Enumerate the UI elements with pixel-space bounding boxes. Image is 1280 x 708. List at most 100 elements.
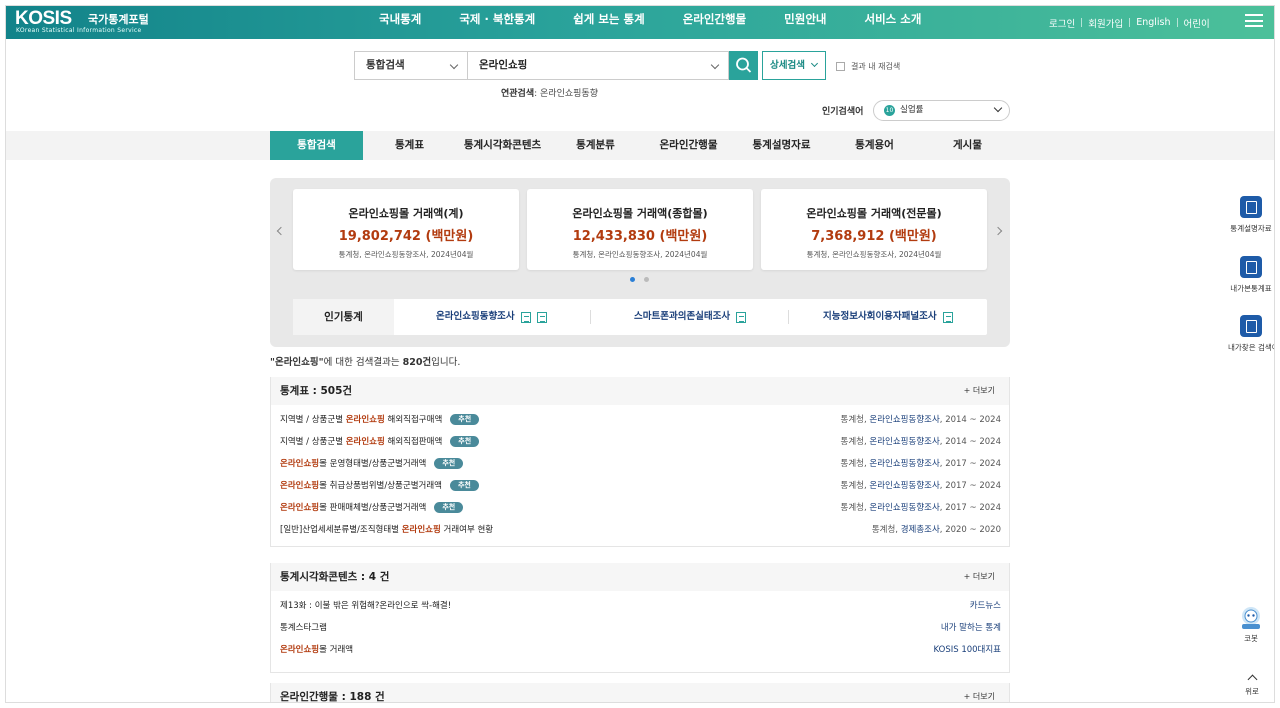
tab-classification[interactable]: 통계분류 [549,131,642,160]
related-search: 연관검색: 온라인쇼핑동향 [501,89,598,99]
nav-domestic[interactable]: 국내통계 [379,6,421,39]
search-button[interactable] [729,51,758,80]
logo-kr[interactable]: 국가통계포털 [88,11,149,27]
rank-badge: 10 [884,105,895,116]
survey-link[interactable]: 온라인쇼핑동향조사 [869,503,939,513]
recommend-badge: 추천 [434,458,464,469]
survey-link[interactable]: 경제총조사 [901,525,940,535]
quick-searched-keywords[interactable]: 내가찾은 검색어 [1228,315,1274,353]
utility-nav: 로그인 회원가입 English 어린이 [1049,6,1210,39]
stat-table-section: 통계표 : 505건 + 더보기 지역별 / 상품군별 온라인쇼핑 해외직접구매액… [270,377,1010,547]
list-item[interactable]: 통계스타그램 내가 말하는 통계 [271,617,1009,639]
popular-stat-link[interactable]: 스마트폰과의존실태조사 [634,299,747,335]
list-item[interactable]: 온라인쇼핑몰 거래액 KOSIS 100대지표 [271,639,1009,661]
survey-link[interactable]: 온라인쇼핑동향조사 [869,481,939,491]
table-row[interactable]: 지역별 / 상품군별 온라인쇼핑 해외직접구매액 추천 통계청, 온라인쇼핑동향조사… [271,409,1009,431]
chatbot-label[interactable]: 코봇 [1234,633,1268,644]
table-row[interactable]: [일반]산업세세분류별/조직형태별 온라인쇼핑 거래여부 현황 통계청, 경제총조… [271,519,1009,541]
tab-explanations[interactable]: 통계설명자료 [735,131,828,160]
tab-publications[interactable]: 온라인간행물 [642,131,735,160]
english-link[interactable]: English [1136,17,1170,28]
section-title: 통계시각화콘텐츠 : 4 건 + 더보기 [271,563,1009,591]
quick-viewed-tables[interactable]: 내가본통계표 [1228,256,1274,294]
header: KOSIS 국가통계포털 KOrean Statistical Informat… [6,6,1274,39]
chevron-down-icon [449,60,459,70]
chatbot-icon[interactable] [1237,604,1265,630]
table-row[interactable]: 온라인쇼핑몰 운영형태별/상품군별거래액 추천 통계청, 온라인쇼핑동향조사, 20… [271,453,1009,475]
popular-stat-link[interactable]: 지능정보사회이용자패널조사 [823,299,953,335]
chevron-right-icon[interactable] [993,226,1003,236]
stat-card[interactable]: 온라인쇼핑몰 거래액(전문몰) 7,368,912 (백만원) 통계청, 온라인쇼핑… [761,189,987,270]
survey-link[interactable]: 온라인쇼핑동향조사 [869,437,939,447]
carousel-dots [630,277,658,282]
category-link[interactable]: KOSIS 100대지표 [934,645,1001,655]
popular-stat-link[interactable]: 온라인쇼핑동향조사 [436,299,547,335]
recommend-badge: 추천 [449,480,479,491]
quick-explanations[interactable]: 통계설명자료 [1228,196,1274,234]
scroll-top-button[interactable]: 위로 [1236,674,1268,697]
table-icon [520,311,531,323]
document-icon [942,311,953,323]
more-link[interactable]: + 더보기 [964,377,995,405]
category-link[interactable]: 내가 말하는 통계 [941,623,1001,633]
tab-tables[interactable]: 통계표 [363,131,456,160]
section-title: 통계표 : 505건 + 더보기 [271,377,1009,405]
kids-link[interactable]: 어린이 [1184,16,1210,30]
nav-civil[interactable]: 민원안내 [784,6,826,39]
page: KOSIS 국가통계포털 KOrean Statistical Informat… [6,6,1274,702]
section-title: 온라인간행물 : 188 건 + 더보기 [271,683,1009,702]
nav-easy-stats[interactable]: 쉽게 보는 통계 [573,6,645,39]
popular-label: 인기검색어 [822,107,864,117]
stat-card[interactable]: 온라인쇼핑몰 거래액(종합몰) 12,433,830 (백만원) 통계청, 온라인쇼… [527,189,753,270]
tab-visual[interactable]: 통계시각화콘텐츠 [456,131,549,160]
nav-publications[interactable]: 온라인간행물 [683,6,746,39]
chevron-up-icon [1247,674,1257,685]
main-nav: 국내통계 국제 · 북한통계 쉽게 보는 통계 온라인간행물 민원안내 서비스 … [379,6,959,39]
dot[interactable] [630,277,635,282]
survey-link[interactable]: 온라인쇼핑동향조사 [869,459,939,469]
tab-terms[interactable]: 통계용어 [828,131,921,160]
tab-all[interactable]: 통합검색 [270,131,363,160]
table-row[interactable]: 온라인쇼핑몰 취급상품범위별/상품군별거래액 추천 통계청, 온라인쇼핑동향조사, … [271,475,1009,497]
document-icon [736,311,747,323]
category-link[interactable]: 카드뉴스 [970,601,1001,611]
logo-subtitle: KOrean Statistical Information Service [16,27,142,34]
table-row[interactable]: 지역별 / 상품군별 온라인쇼핑 해외직접판매액 추천 통계청, 온라인쇼핑동향조사… [271,431,1009,453]
table-icon [1240,256,1262,278]
table-row[interactable]: 온라인쇼핑몰 판매매체별/상품군별거래액 추천 통계청, 온라인쇼핑동향조사, 20… [271,497,1009,519]
chevron-down-icon[interactable] [710,60,720,70]
recommend-badge: 추천 [434,502,464,513]
login-link[interactable]: 로그인 [1049,16,1075,30]
search-doc-icon [1240,315,1262,337]
search-icon [736,57,752,73]
recommend-badge: 추천 [450,436,480,447]
survey-link[interactable]: 온라인쇼핑동향조사 [869,415,939,425]
menu-icon[interactable] [1245,14,1263,27]
search-scope-select[interactable]: 통합검색 [354,51,467,80]
research-checkbox[interactable]: 결과 내 재검색 [836,61,900,72]
chevron-down-icon [810,59,819,68]
stat-card[interactable]: 온라인쇼핑몰 거래액(계) 19,802,742 (백만원) 통계청, 온라인쇼핑동… [293,189,519,270]
chevron-down-icon [993,103,1003,113]
tab-posts[interactable]: 게시물 [921,131,1014,160]
document-icon [1240,196,1262,218]
signup-link[interactable]: 회원가입 [1088,16,1123,30]
popular-stats-label: 인기통계 [293,299,394,335]
nav-service[interactable]: 서비스 소개 [865,6,922,39]
detail-search-button[interactable]: 상세검색 [762,51,826,80]
more-link[interactable]: + 더보기 [964,683,995,702]
result-summary: "온라인쇼핑"에 대한 검색결과는 820건입니다. [270,357,461,368]
related-link[interactable]: : 온라인쇼핑동향 [534,89,598,99]
search-input[interactable]: 온라인쇼핑 [467,51,729,80]
nav-international[interactable]: 국제 · 북한통계 [459,6,535,39]
dot[interactable] [644,277,649,282]
recommend-badge: 추천 [450,414,480,425]
publication-section: 온라인간행물 : 188 건 + 더보기 [270,683,1010,702]
popular-stats: 인기통계 온라인쇼핑동향조사 스마트폰과의존실태조사 지능정보사회이용자패널조사 [293,299,987,335]
visual-section: 통계시각화콘텐츠 : 4 건 + 더보기 제13화 : 이불 밖은 위험해?온라인… [270,563,1010,673]
more-link[interactable]: + 더보기 [964,563,995,591]
chevron-left-icon[interactable] [276,226,286,236]
popular-keyword-select[interactable]: 10 실업률 [873,100,1010,121]
result-tabs: 통합검색 통계표 통계시각화콘텐츠 통계분류 온라인간행물 통계설명자료 통계용… [270,131,1014,160]
list-item[interactable]: 제13화 : 이불 밖은 위험해?온라인으로 싹-해결! 카드뉴스 [271,595,1009,617]
